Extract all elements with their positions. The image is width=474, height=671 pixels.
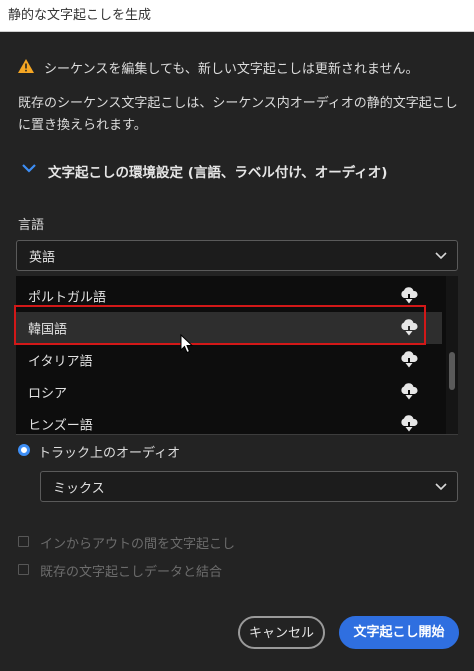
audio-selected-value: ミックス bbox=[53, 481, 105, 496]
cloud-download-icon[interactable] bbox=[399, 319, 419, 337]
cloud-download-icon[interactable] bbox=[399, 415, 419, 433]
language-option-label: イタリア語 bbox=[28, 354, 93, 370]
preferences-section-toggle[interactable]: 文字起こしの環境設定 (言語、ラベル付け、オーディオ) bbox=[22, 160, 462, 182]
cloud-download-icon[interactable] bbox=[399, 287, 419, 305]
scrollbar-thumb[interactable] bbox=[449, 352, 455, 390]
warning-icon bbox=[18, 59, 34, 73]
chevron-down-icon bbox=[22, 164, 36, 173]
language-option-label: ヒンズー語 bbox=[28, 418, 93, 434]
section-title: 文字起こしの環境設定 (言語、ラベル付け、オーディオ) bbox=[48, 165, 388, 181]
language-option[interactable]: ポルトガル語 bbox=[16, 280, 442, 312]
chevron-down-icon bbox=[435, 482, 447, 490]
audio-select[interactable]: ミックス bbox=[40, 471, 458, 502]
language-option-label: 韓国語 bbox=[28, 322, 68, 338]
cloud-download-icon[interactable] bbox=[399, 383, 419, 401]
language-selected-value: 英語 bbox=[29, 250, 56, 265]
language-select[interactable]: 英語 bbox=[16, 240, 458, 271]
radio-selected-icon[interactable] bbox=[18, 444, 30, 456]
language-label: 言語 bbox=[18, 218, 45, 233]
start-transcription-button[interactable]: 文字起こし開始 bbox=[339, 616, 459, 649]
dropdown-scrollbar[interactable] bbox=[446, 276, 458, 434]
description-text: 既存のシーケンス文字起こしは、シーケンス内オーディオの静的文字起こしに置き換えら… bbox=[18, 96, 458, 133]
audio-radio-label: トラック上のオーディオ bbox=[38, 446, 181, 461]
checkbox-icon[interactable] bbox=[18, 564, 29, 575]
merge-checkbox-label: 既存の文字起こしデータと結合 bbox=[40, 565, 223, 580]
language-option[interactable]: 韓国語 bbox=[16, 312, 442, 344]
window-title: 静的な文字起こしを生成 bbox=[0, 0, 474, 32]
chevron-down-icon bbox=[435, 251, 447, 259]
language-option[interactable]: ロシア bbox=[16, 376, 442, 408]
in-out-checkbox-label: インからアウトの間を文字起こし bbox=[40, 537, 236, 552]
cloud-download-icon[interactable] bbox=[399, 351, 419, 369]
language-option-label: ロシア bbox=[28, 386, 68, 402]
language-option[interactable]: イタリア語 bbox=[16, 344, 442, 376]
warning-text: シーケンスを編集しても、新しい文字起こしは更新されません。 bbox=[44, 62, 419, 77]
checkbox-icon[interactable] bbox=[18, 536, 29, 547]
language-option-label: ポルトガル語 bbox=[28, 290, 107, 306]
cancel-button[interactable]: キャンセル bbox=[238, 616, 325, 649]
language-option[interactable]: ヒンズー語 bbox=[16, 408, 442, 434]
language-dropdown-list[interactable]: ポルトガル語 韓国語 イタリア語 ロシア ヒンズー語 bbox=[16, 276, 458, 435]
mouse-cursor-icon bbox=[180, 334, 194, 354]
